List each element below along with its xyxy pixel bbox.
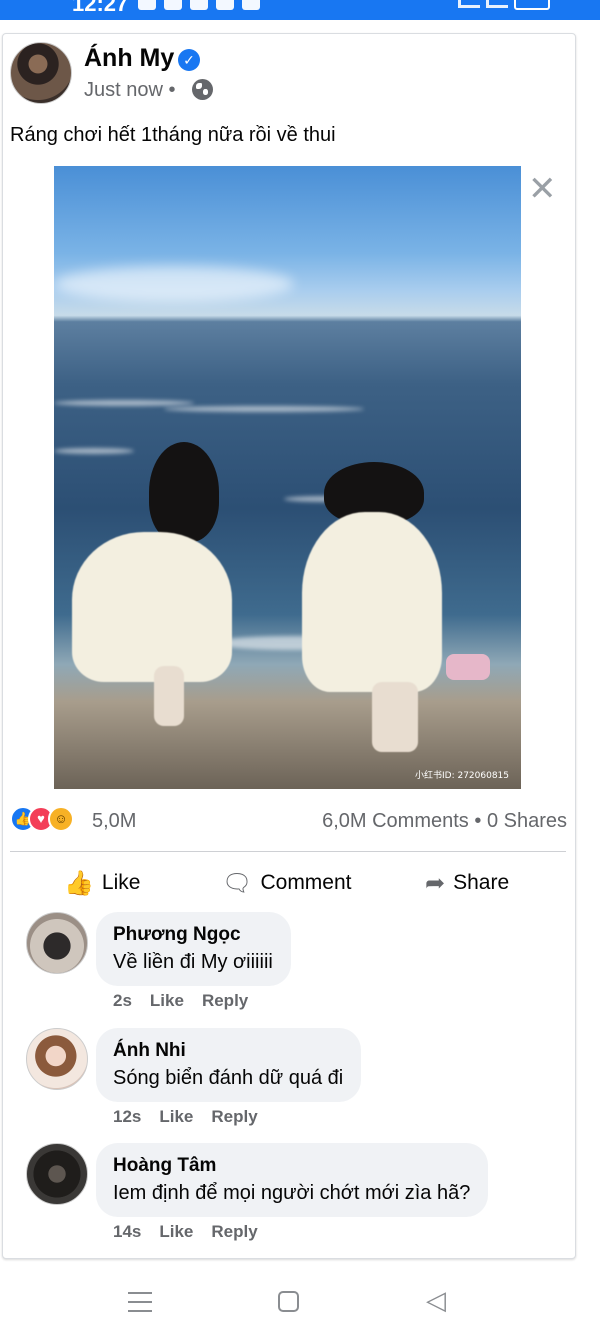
image-wave (164, 406, 364, 412)
comment-actions: 14s Like Reply (113, 1222, 258, 1242)
messenger-notification-icon (138, 0, 156, 10)
comment-actions: 12s Like Reply (113, 1107, 258, 1127)
comment-reply-link[interactable]: Reply (211, 1222, 257, 1242)
comment-actions: 2s Like Reply (113, 991, 248, 1011)
thumbs-up-icon: 👍 (64, 869, 94, 897)
like-button[interactable]: 👍 Like (64, 868, 140, 898)
comment-reply-link[interactable]: Reply (211, 1107, 257, 1127)
notification-icons (138, 0, 260, 10)
comment-button[interactable]: 🗨 Comment (222, 868, 352, 898)
back-triangle-icon[interactable]: ◁ (426, 1288, 446, 1314)
image-girl-left-leg (154, 666, 184, 726)
comment-text: Về liền đi My ơiiiiii (113, 951, 273, 973)
post-time[interactable]: Just now • (84, 79, 176, 102)
haha-reaction-icon: ☺ (48, 806, 74, 832)
share-label: Share (453, 871, 510, 894)
meta-dot: • (168, 79, 176, 101)
menu-icon[interactable] (128, 1292, 152, 1312)
image-pink-bag (446, 654, 490, 680)
chat-notification-icon (164, 0, 182, 10)
commenter-avatar[interactable] (26, 1143, 88, 1205)
comment-bubble: Hoàng Tâm Iem định để mọi người chớt mới… (96, 1143, 489, 1217)
comment-bubble: Ánh Nhi Sóng biển đánh dữ quá đi (96, 1028, 362, 1102)
image-girl-right-leg (372, 682, 418, 752)
image-girl-left (72, 532, 232, 682)
image-girl-left-hair (149, 442, 219, 542)
author-avatar[interactable] (10, 42, 72, 104)
comment-time: 14s (113, 1222, 142, 1241)
signal-icon (458, 0, 480, 8)
divider (10, 851, 566, 852)
share-button[interactable]: ➦ Share (425, 868, 509, 898)
shares-count[interactable]: 0 Shares (487, 810, 567, 832)
status-time: 12:27 (72, 0, 129, 16)
mail-notification-icon (216, 0, 234, 10)
verified-badge-icon: ✓ (178, 49, 200, 71)
close-icon[interactable]: ✕ (528, 172, 557, 206)
image-girl-right (302, 512, 442, 692)
image-wave (54, 400, 194, 406)
image-wave (54, 448, 134, 454)
post-text: Ráng chơi hết 1tháng nữa rồi về thui (10, 124, 336, 146)
comment-text: Sóng biển đánh dữ quá đi (113, 1067, 344, 1089)
commenter-name[interactable]: Ánh Nhi (113, 1040, 343, 1062)
engagement-summary: 6,0M Comments • 0 Shares (322, 810, 567, 833)
home-square-icon[interactable] (278, 1291, 299, 1312)
status-bar: 12:27 (0, 0, 600, 20)
system-icons (458, 0, 550, 10)
like-label: Like (101, 871, 141, 894)
facebook-notification-icon (242, 0, 260, 10)
engagement-dot: • (474, 810, 482, 832)
app-notification-icon (190, 0, 208, 10)
image-cloud (54, 266, 294, 302)
comment-icon: 🗨 (222, 869, 253, 897)
globe-icon[interactable] (192, 79, 213, 100)
comment-like-link[interactable]: Like (159, 1107, 193, 1127)
comment-time: 12s (113, 1107, 142, 1126)
comment-label: Comment (260, 871, 352, 894)
post-time-label: Just now (84, 79, 163, 101)
image-watermark: 小红书ID: 272060815 (414, 771, 509, 781)
system-nav-bar: ◁ (0, 1280, 600, 1333)
share-arrow-icon: ➦ (425, 869, 446, 897)
comment-like-link[interactable]: Like (150, 991, 184, 1011)
commenter-avatar[interactable] (26, 1028, 88, 1090)
commenter-name[interactable]: Phương Ngọc (113, 924, 273, 946)
signal-icon (486, 0, 508, 8)
author-name[interactable]: Ánh My (84, 44, 174, 73)
battery-icon (514, 0, 550, 10)
post-image[interactable]: 小红书ID: 272060815 (54, 166, 521, 789)
comment-bubble: Phương Ngọc Về liền đi My ơiiiiii (96, 912, 291, 986)
comment-reply-link[interactable]: Reply (202, 991, 248, 1011)
commenter-avatar[interactable] (26, 912, 88, 974)
reaction-icons[interactable]: 👍 ♥ ☺ (10, 806, 80, 834)
commenter-name[interactable]: Hoàng Tâm (113, 1155, 470, 1177)
comment-time: 2s (113, 991, 132, 1010)
comment-like-link[interactable]: Like (159, 1222, 193, 1242)
comments-count[interactable]: 6,0M Comments (322, 810, 469, 832)
comment-text: Iem định để mọi người chớt mới zìa hã? (113, 1182, 471, 1204)
reaction-count[interactable]: 5,0M (92, 810, 136, 833)
